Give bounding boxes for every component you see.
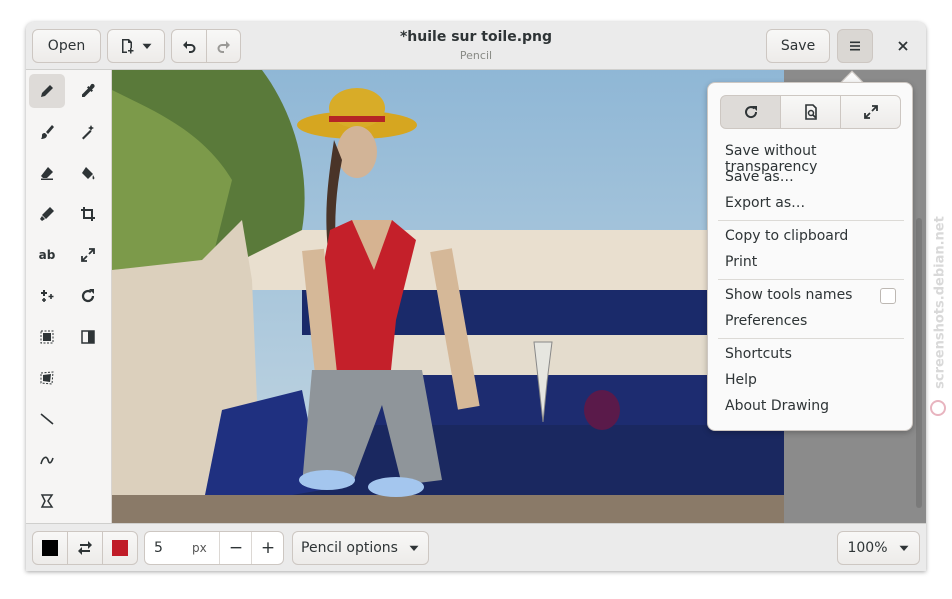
tool-options-menu-button[interactable]: Pencil options <box>292 531 429 565</box>
tool-options-label: Pencil options <box>301 540 398 556</box>
text-icon: ab <box>38 248 56 262</box>
filters-icon <box>80 329 96 345</box>
close-icon <box>895 38 911 54</box>
tool-shape[interactable] <box>29 484 65 518</box>
close-button[interactable] <box>885 29 921 63</box>
menu-help[interactable]: Help <box>725 372 757 388</box>
header-bar: Open *huile sur toile.png Pencil Save <box>26 22 926 70</box>
undo-icon <box>181 38 197 54</box>
line-icon <box>39 411 55 427</box>
curve-icon <box>39 452 55 468</box>
scale-icon <box>80 247 96 263</box>
new-image-icon <box>119 38 135 54</box>
fullscreen-icon <box>863 104 879 120</box>
eyedropper-icon <box>80 83 96 99</box>
rotate-icon <box>80 288 96 304</box>
secondary-color-swatch <box>112 540 128 556</box>
menu-separator <box>718 220 904 221</box>
pencil-icon <box>39 83 55 99</box>
tool-brush[interactable] <box>29 115 65 149</box>
rect-select-icon <box>39 329 55 345</box>
tools-sidebar: ab <box>26 70 112 523</box>
open-button[interactable]: Open <box>32 29 101 63</box>
size-spinbutton[interactable]: 5 px − + <box>144 531 284 565</box>
save-button-label: Save <box>780 38 816 54</box>
image-properties-icon <box>803 104 819 120</box>
paint-bucket-icon <box>80 165 96 181</box>
free-select-icon <box>39 370 55 386</box>
debian-swirl-icon <box>930 400 946 416</box>
menu-preferences[interactable]: Preferences <box>725 313 807 329</box>
undo-button[interactable] <box>171 29 207 63</box>
secondary-color-button[interactable] <box>102 531 138 565</box>
zoom-menu-button[interactable]: 100% <box>837 531 920 565</box>
eraser-icon <box>39 165 55 181</box>
new-image-button[interactable] <box>107 29 165 63</box>
tool-rect-select[interactable] <box>29 320 65 354</box>
size-increase-button[interactable]: + <box>251 532 284 564</box>
menu-print[interactable]: Print <box>725 254 757 270</box>
highlighter-icon <box>39 206 55 222</box>
tool-filters[interactable] <box>70 320 106 354</box>
tool-select[interactable] <box>70 115 106 149</box>
tool-line[interactable] <box>29 402 65 436</box>
menu-shortcuts[interactable]: Shortcuts <box>725 346 792 362</box>
size-decrease-button[interactable]: − <box>219 532 252 564</box>
redo-button[interactable] <box>206 29 241 63</box>
size-unit: px <box>192 541 207 555</box>
vertical-scrollbar[interactable] <box>916 218 922 508</box>
menu-copy-to-clipboard[interactable]: Copy to clipboard <box>725 228 848 244</box>
watermark-text: screenshots.debian.net <box>932 216 948 389</box>
size-value[interactable]: 5 <box>154 540 184 556</box>
swap-colors-icon <box>77 540 93 556</box>
tool-points[interactable] <box>29 279 65 313</box>
tool-color-picker[interactable] <box>70 74 106 108</box>
bottom-options-bar: 5 px − + Pencil options 100% <box>26 523 926 571</box>
menu-export-as[interactable]: Export as… <box>725 195 805 211</box>
fullscreen-button[interactable] <box>840 95 901 129</box>
main-color-button[interactable] <box>32 531 68 565</box>
points-icon <box>39 288 55 304</box>
tool-free-select[interactable] <box>29 361 65 395</box>
image-properties-button[interactable] <box>780 95 841 129</box>
chevron-down-icon <box>408 542 420 554</box>
reload-button[interactable] <box>720 95 781 129</box>
redo-icon <box>216 38 232 54</box>
menu-about-drawing[interactable]: About Drawing <box>725 398 829 414</box>
tool-eraser[interactable] <box>29 156 65 190</box>
tool-highlighter[interactable] <box>29 197 65 231</box>
main-menu-popover: Save without transparency Save as… Expor… <box>707 82 913 431</box>
main-menu-button[interactable] <box>837 29 873 63</box>
painting-image[interactable] <box>112 70 784 523</box>
magic-wand-icon <box>80 124 96 140</box>
open-button-label: Open <box>47 38 86 54</box>
window-subtitle: Pencil <box>459 49 493 62</box>
chevron-down-icon <box>898 542 910 554</box>
save-button[interactable]: Save <box>766 29 830 63</box>
tool-paint[interactable] <box>70 156 106 190</box>
window-title: *huile sur toile.png <box>399 29 553 45</box>
zoom-label: 100% <box>847 540 888 556</box>
watermark: screenshots.debian.net <box>930 185 948 425</box>
menu-separator <box>718 338 904 339</box>
menu-separator <box>718 279 904 280</box>
tool-pencil[interactable] <box>29 74 65 108</box>
chevron-down-icon <box>141 40 153 52</box>
show-tools-names-checkbox[interactable] <box>880 288 896 304</box>
exchange-colors-button[interactable] <box>67 531 103 565</box>
hamburger-menu-icon <box>847 38 863 54</box>
brush-icon <box>39 124 55 140</box>
tool-scale[interactable] <box>70 238 106 272</box>
tool-text[interactable]: ab <box>29 238 65 272</box>
main-color-swatch <box>42 540 58 556</box>
shape-icon <box>39 493 55 509</box>
tool-curve[interactable] <box>29 443 65 477</box>
reload-icon <box>743 104 759 120</box>
tool-crop[interactable] <box>70 197 106 231</box>
tool-rotate[interactable] <box>70 279 106 313</box>
menu-show-tools-names[interactable]: Show tools names <box>725 287 852 303</box>
menu-save-as[interactable]: Save as… <box>725 169 794 185</box>
crop-icon <box>80 206 96 222</box>
